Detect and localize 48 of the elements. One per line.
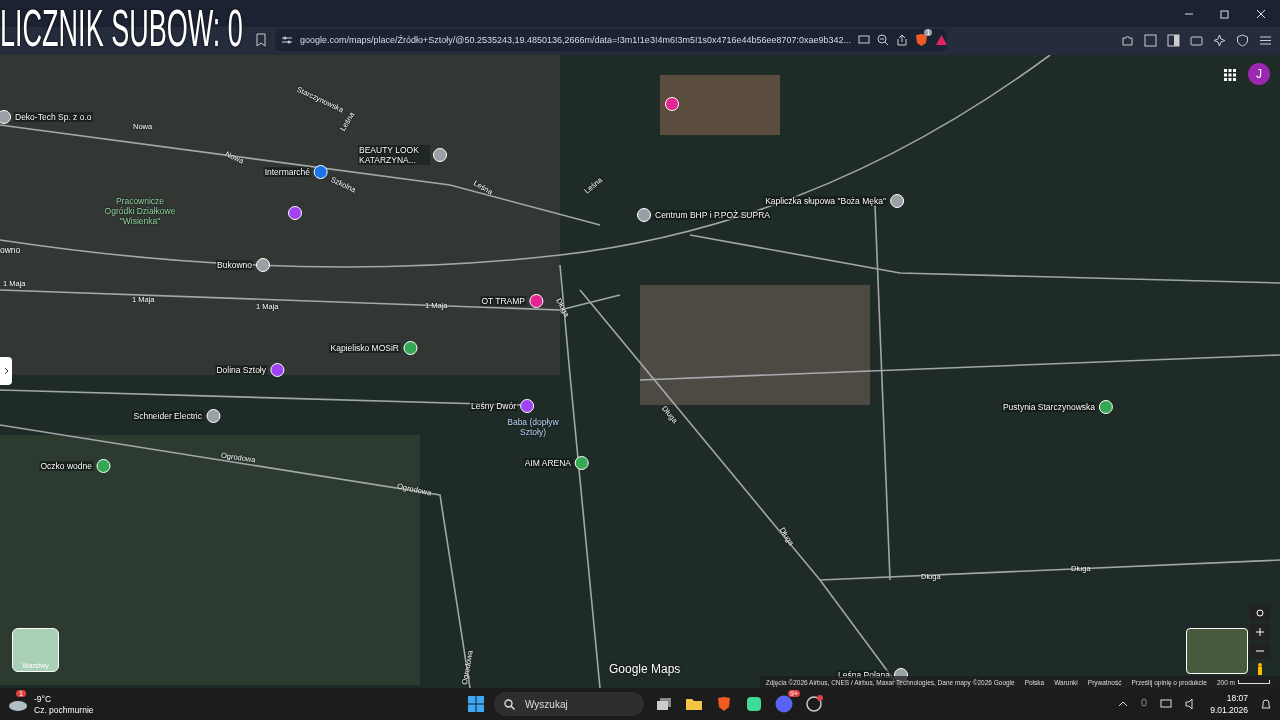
zoom-out-button[interactable]: [1250, 643, 1270, 659]
weather-text: Cz. pochmurnie: [34, 704, 94, 715]
screenshot-icon[interactable]: [1144, 33, 1157, 47]
subscriber-counter-overlay: LICZNIK SUBOW: 0: [0, 2, 243, 54]
close-icon[interactable]: [1256, 8, 1266, 19]
network-icon[interactable]: [1160, 698, 1174, 710]
area-label: Pracownicze Ogródki Działkowe "Wisienka": [103, 196, 177, 226]
pegman-icon[interactable]: [1256, 662, 1264, 676]
bookmark-icon[interactable]: [255, 33, 267, 47]
cast-icon[interactable]: [858, 34, 871, 46]
street-view-thumbnail[interactable]: [1186, 628, 1248, 674]
zoom-in-button[interactable]: [1250, 624, 1270, 640]
search-icon: [504, 698, 515, 710]
url-text: google.com/maps/place/Źródło+Sztoły/@50.2535243,19.4850136,2666m/data=!3m1!1e3!4m6!3m5!1s0x4716e44b56ee8707:0xae9b342...: [300, 35, 852, 45]
scale-bar: [1238, 680, 1270, 684]
location-target-icon: [1255, 608, 1265, 618]
chevron-right-icon: [3, 367, 9, 375]
zoom-icon[interactable]: [877, 34, 890, 46]
shield-icon[interactable]: [1236, 33, 1249, 47]
sparkle-icon[interactable]: [1213, 33, 1226, 47]
stream-label: Baba (dopływ Sztoły): [506, 417, 560, 437]
search-input[interactable]: Wyszukaj: [523, 697, 627, 711]
menu-icon[interactable]: [1259, 33, 1272, 47]
town-label: owno: [0, 245, 21, 255]
clock-date[interactable]: 9.01.2026: [1210, 705, 1248, 715]
google-maps-logo: Google Maps: [609, 662, 681, 676]
apps-grid-icon[interactable]: [1224, 69, 1236, 81]
chevron-up-icon[interactable]: [1118, 701, 1129, 707]
clock-time[interactable]: 18:07: [1226, 693, 1248, 703]
side-panel-toggle[interactable]: [0, 357, 12, 385]
place-label[interactable]: Centrum BHP i P.POŻ SUPRA: [654, 210, 771, 220]
plus-icon: [1255, 627, 1265, 637]
lion-shield-icon[interactable]: [717, 696, 731, 712]
notification-bell-icon[interactable]: [1260, 698, 1272, 710]
folder-icon[interactable]: [685, 697, 703, 711]
circle-app-icon[interactable]: [805, 695, 823, 713]
triangle-icon[interactable]: [935, 34, 949, 46]
temperature-text: -9°C: [34, 693, 53, 704]
restore-icon[interactable]: [1220, 8, 1230, 19]
windows-start-icon[interactable]: [468, 696, 484, 712]
chat-app-icon[interactable]: [746, 696, 762, 712]
sidebar-icon[interactable]: [1167, 33, 1180, 47]
task-view-icon[interactable]: [656, 697, 672, 711]
lion-shield-icon[interactable]: [915, 33, 929, 47]
taskbar-search-field[interactable]: Wyszukaj: [494, 692, 644, 716]
my-location-button[interactable]: [1250, 605, 1270, 621]
site-settings-icon[interactable]: [281, 34, 293, 46]
share-icon[interactable]: [896, 34, 909, 46]
